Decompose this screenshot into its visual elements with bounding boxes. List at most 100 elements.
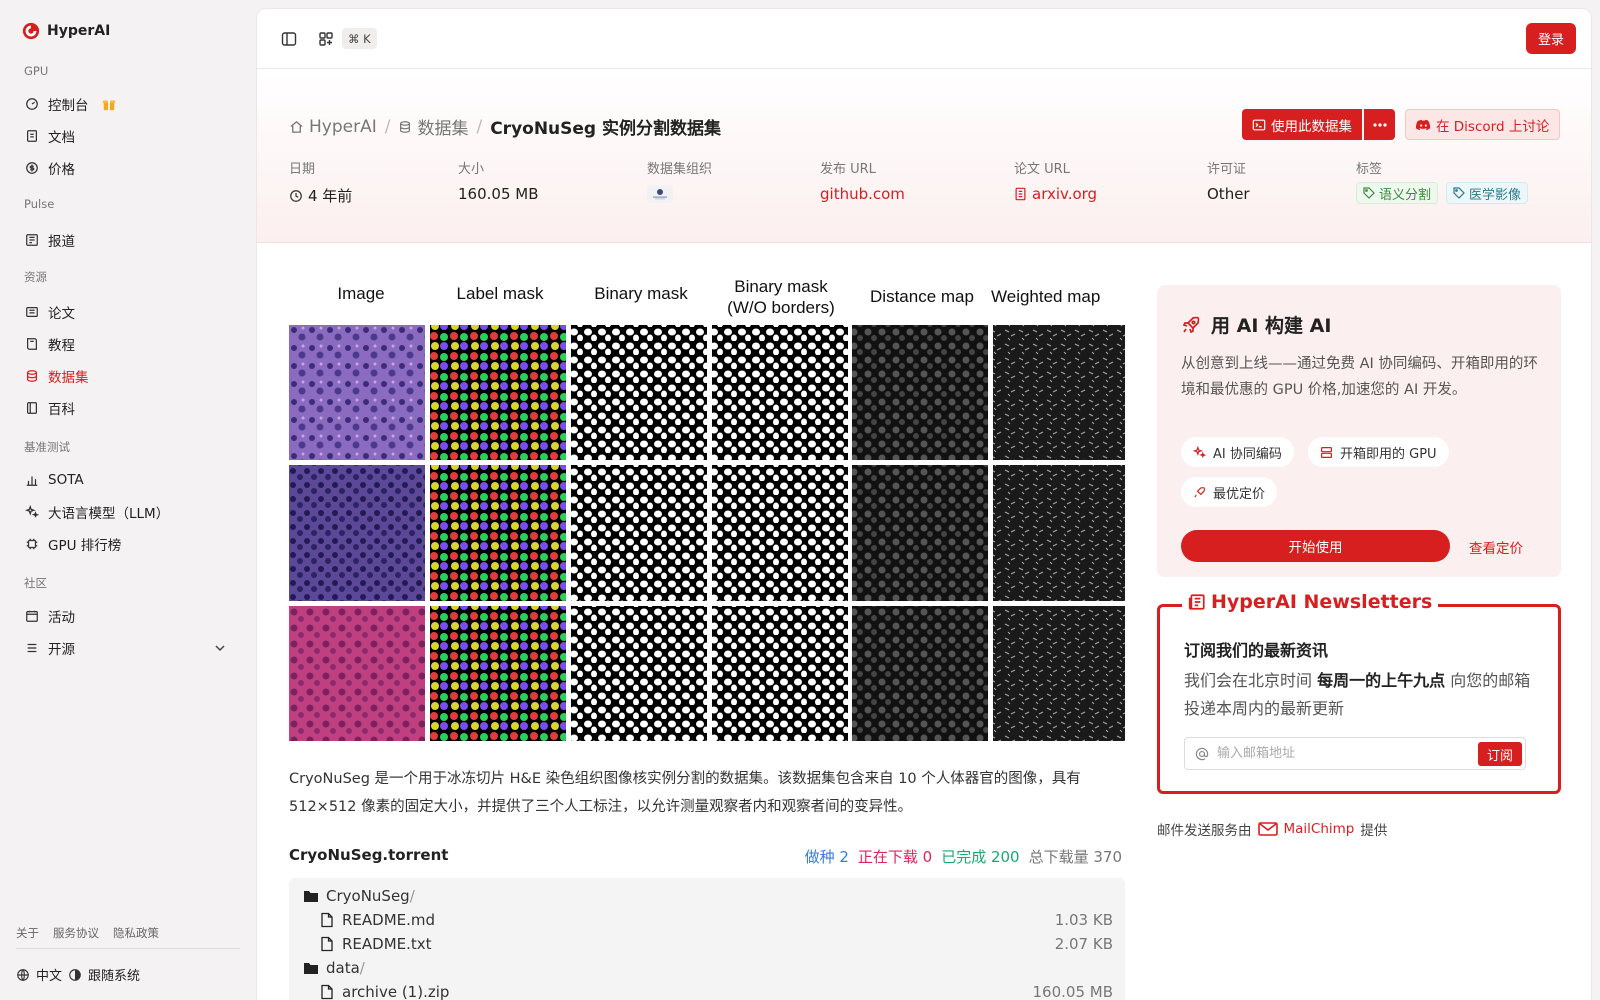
chip-gpu: 开箱即用的 GPU (1308, 437, 1449, 467)
sidebar: HyperAI GPU 控制台 文档 价格 Pulse 报道 资源 论文 教程 … (0, 0, 255, 1000)
meta-date-value: 4 年前 (308, 187, 353, 205)
sidebar-item-wiki[interactable]: 百科 (16, 394, 240, 422)
get-started-button[interactable]: 开始使用 (1181, 530, 1450, 562)
newsletter-text: 我们会在北京时间 每周一的上午九点 向您的邮箱投递本周内的最新更新 (1184, 667, 1540, 723)
sidebar-item-llm[interactable]: 大语言模型（LLM） (16, 498, 240, 526)
more-actions-button[interactable] (1364, 109, 1395, 140)
meta-paper-label: 论文 URL (1014, 162, 1070, 177)
discord-discuss-button[interactable]: 在 Discord 上讨论 (1405, 109, 1561, 140)
sidebar-item-console[interactable]: 控制台 (16, 90, 240, 118)
chip-pricing: 最优定价 (1181, 477, 1278, 507)
dataset-sample-figure: Image Label mask Binary mask Binary mask… (289, 271, 1125, 741)
hyperai-logo-icon (22, 22, 40, 40)
sidebar-item-datasets[interactable]: 数据集 (16, 362, 240, 390)
mail-provider-suffix: 提供 (1360, 823, 1388, 839)
dataset-header: HyperAI / 数据集 / CryoNuSeg 实例分割数据集 使用此数据集… (257, 70, 1591, 243)
file-row[interactable]: data / (289, 956, 1125, 980)
sidebar-item-docs[interactable]: 文档 (16, 122, 240, 150)
organization-logo-icon (653, 189, 667, 200)
footer-links: 关于 服务协议 隐私政策 (16, 925, 159, 941)
paper-url-link[interactable]: arxiv.org (1014, 185, 1097, 203)
more-horizontal-icon (1372, 122, 1387, 127)
mailchimp-link[interactable]: MailChimp (1284, 821, 1355, 837)
sidebar-item-sota[interactable]: SOTA (16, 466, 240, 494)
torrent-title: CryoNuSeg.torrent (289, 846, 449, 864)
sidebar-item-label: GPU 排行榜 (48, 538, 122, 554)
chart-icon (26, 476, 38, 486)
document-icon (27, 130, 37, 142)
newspaper-icon (1188, 594, 1205, 610)
meta-size-label: 大小 (458, 162, 485, 177)
promo-title: 用 AI 构建 AI (1211, 315, 1332, 337)
torrent-file-list: CryoNuSeg / README.md 1.03 KB README.txt … (289, 878, 1125, 1000)
breadcrumb-datasets[interactable]: 数据集 (398, 114, 468, 139)
email-input[interactable] (1217, 746, 1467, 761)
meta-org-label: 数据集组织 (647, 162, 713, 177)
gauge-icon (26, 98, 38, 110)
sidebar-item-news[interactable]: 报道 (16, 226, 240, 254)
view-pricing-link[interactable]: 查看定价 (1469, 537, 1523, 557)
subscribe-button[interactable]: 订阅 (1477, 742, 1522, 766)
file-name: CryoNuSeg (326, 887, 410, 905)
section-title-benchmarks: 基准测试 (24, 440, 70, 454)
command-shortcut-badge[interactable]: ⌘ K (342, 28, 377, 49)
figure-col-title: Weighted map (991, 287, 1100, 306)
sidebar-item-pricing[interactable]: 价格 (16, 154, 240, 182)
file-row[interactable]: README.txt 2.07 KB (289, 932, 1125, 956)
apps-button[interactable] (314, 27, 338, 51)
figure-col-title: (W/O borders) (727, 298, 835, 317)
release-url-link[interactable]: github.com (820, 185, 905, 203)
section-title-pulse: Pulse (24, 197, 55, 211)
login-button[interactable]: 登录 (1526, 23, 1576, 54)
sidebar-item-tutorials[interactable]: 教程 (16, 330, 240, 358)
newspaper-icon (26, 234, 38, 246)
sidebar-item-events[interactable]: 活动 (16, 602, 240, 630)
sidebar-item-label: SOTA (48, 472, 84, 488)
about-link[interactable]: 关于 (16, 925, 39, 941)
meta-date-value-row: 4 年前 (289, 185, 352, 206)
footer-divider (16, 948, 240, 949)
terminal-icon (1252, 119, 1266, 130)
newsletter-text-bold: 每周一的上午九点 (1317, 671, 1446, 690)
use-dataset-button[interactable]: 使用此数据集 (1242, 109, 1362, 140)
breadcrumb-home[interactable]: HyperAI (289, 117, 377, 137)
breadcrumb-separator: / (476, 116, 483, 137)
tag-medical-imaging[interactable]: 医学影像 (1446, 182, 1529, 204)
encyclopedia-icon (27, 402, 37, 414)
file-row[interactable]: CryoNuSeg / (289, 884, 1125, 908)
file-row[interactable]: archive (1).zip 160.05 MB (289, 980, 1125, 1000)
calendar-icon (26, 610, 38, 622)
newsletter-card: HyperAI Newsletters 订阅我们的最新资讯 我们会在北京时间 每… (1157, 591, 1561, 794)
discord-icon (1416, 119, 1431, 130)
organization-logo[interactable] (647, 185, 673, 203)
newsletter-title: HyperAI Newsletters (1211, 591, 1433, 613)
folder-slash: / (409, 887, 415, 905)
sidebar-item-label: 论文 (48, 306, 75, 322)
sidebar-toggle-icon (281, 32, 297, 46)
figure-col-title: Label mask (457, 284, 544, 303)
terms-link[interactable]: 服务协议 (53, 925, 99, 941)
seeding-count: 做种 2 (804, 848, 849, 866)
theme-icon (69, 968, 81, 981)
file-size: 2.07 KB (1054, 935, 1113, 953)
figure-grid: Image Label mask Binary mask Binary mask… (289, 277, 1125, 741)
sidebar-item-gpu-ranking[interactable]: GPU 排行榜 (16, 530, 240, 558)
book-icon (27, 338, 37, 350)
total-downloads: 总下载量 370 (1028, 848, 1122, 866)
paper-icon (1015, 187, 1026, 201)
theme-selector[interactable]: 跟随系统 (88, 965, 140, 984)
sidebar-item-papers[interactable]: 论文 (16, 298, 240, 326)
brand-logo-link[interactable]: HyperAI (22, 22, 110, 40)
figure-col-title: Binary mask (594, 284, 688, 303)
breadcrumb-datasets-label: 数据集 (417, 119, 469, 139)
privacy-link[interactable]: 隐私政策 (113, 925, 159, 941)
language-selector[interactable]: 中文 (36, 965, 62, 984)
tag-semantic-segmentation[interactable]: 语义分割 (1356, 182, 1439, 204)
main-panel: ⌘ K 登录 HyperAI / 数据集 / CryoNuSeg 实例分割数据集… (256, 8, 1592, 1000)
sidebar-item-opensource[interactable]: 开源 (16, 634, 240, 662)
tag-icon (1453, 187, 1465, 199)
newsletter-title-row: HyperAI Newsletters (1182, 591, 1439, 613)
file-row[interactable]: README.md 1.03 KB (289, 908, 1125, 932)
toggle-sidebar-button[interactable] (277, 27, 301, 51)
figure-col-title: Image (337, 284, 384, 303)
